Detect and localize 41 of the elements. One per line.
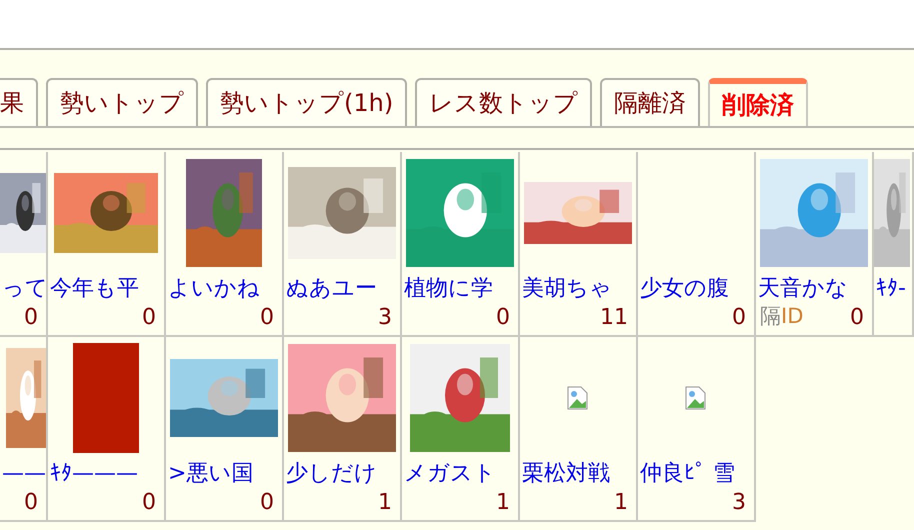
- reply-count: 0: [496, 304, 510, 332]
- reply-count: 3: [732, 488, 746, 516]
- reply-count: 0: [260, 488, 274, 516]
- tab[interactable]: 隔離済: [600, 78, 700, 126]
- thread-title[interactable]: 天音かな: [756, 275, 872, 303]
- reply-count: 0: [142, 304, 156, 332]
- thread-title[interactable]: って: [0, 275, 46, 303]
- reply-count: 1: [614, 488, 628, 516]
- thread-title[interactable]: ｷﾀ———: [48, 460, 164, 488]
- isolated-tag: 隔: [760, 301, 781, 333]
- broken-image-icon: [567, 386, 589, 410]
- thread-title[interactable]: 栗松対戦: [520, 460, 636, 488]
- reply-count: 0: [260, 304, 274, 332]
- reply-count: 0: [850, 304, 864, 332]
- thread-title[interactable]: >悪い国: [166, 460, 282, 488]
- thread-title[interactable]: 仲良ﾋﾟ 雪: [638, 460, 754, 488]
- thread-title[interactable]: ｷﾀ-: [874, 275, 912, 303]
- reply-count: 0: [24, 304, 38, 332]
- thread-title[interactable]: 少女の腹: [638, 275, 754, 303]
- reply-count: 0: [142, 488, 156, 516]
- thread-title[interactable]: ——: [0, 460, 46, 488]
- reply-count: 11: [600, 304, 628, 332]
- tab[interactable]: 勢いトップ(1h): [206, 78, 408, 126]
- tab[interactable]: 削除済: [708, 78, 808, 126]
- reply-count: 3: [378, 304, 392, 332]
- thread-title[interactable]: 少しだけ: [284, 460, 400, 488]
- broken-image-icon: [685, 386, 707, 410]
- thread-title[interactable]: 今年も平: [48, 275, 164, 303]
- thread-title[interactable]: ぬあユー: [284, 275, 400, 303]
- thread-title[interactable]: 植物に学: [402, 275, 518, 303]
- thread-title[interactable]: よいかね: [166, 275, 282, 303]
- id-tag: ID: [781, 301, 804, 333]
- tab[interactable]: 果: [0, 78, 38, 126]
- thread-title[interactable]: メガスト: [402, 460, 518, 488]
- thread-title[interactable]: 美胡ちゃ: [520, 275, 636, 303]
- reply-count: 0: [732, 304, 746, 332]
- reply-count: 0: [24, 488, 38, 516]
- reply-count: 1: [378, 488, 392, 516]
- reply-count: 1: [496, 488, 510, 516]
- tab[interactable]: 勢いトップ: [46, 78, 198, 126]
- tab[interactable]: レス数トップ: [415, 78, 592, 126]
